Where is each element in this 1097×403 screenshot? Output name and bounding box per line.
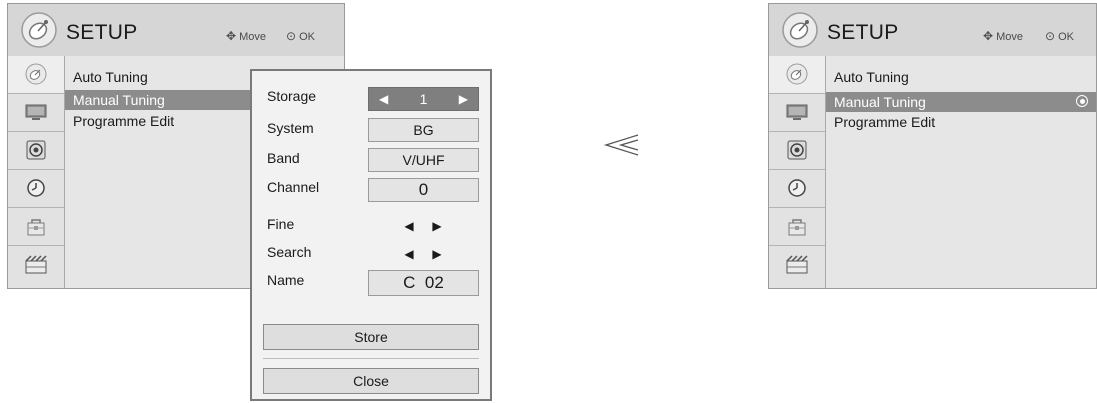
right-arrow-icon[interactable]: ▶ [459,88,468,110]
sidebar-item-lock[interactable] [769,208,825,246]
lock-icon [27,219,45,236]
menu-item-programme-edit[interactable]: Programme Edit [73,111,174,131]
category-sidebar [769,56,826,288]
fine-label: Fine [267,216,295,232]
menu-item-manual-tuning[interactable]: Manual Tuning [826,92,1096,112]
sidebar-item-picture[interactable] [8,94,64,132]
setup-menu-right: SETUP ✥ Move ⊙ OK Auto Tuning Manual Tun… [768,3,1097,289]
manual-tuning-dialog: Storage ◀ 1 ▶ System BG Band V/UHF Chann… [250,69,492,401]
move-arrows-icon: ✥ [226,29,237,43]
move-hint: ✥ Move [226,29,266,43]
sidebar-item-setup[interactable] [8,56,64,94]
channel-field[interactable]: 0 [368,178,479,202]
storage-value: 1 [419,91,428,107]
input-icon [786,255,808,274]
menu-title: SETUP [66,21,138,44]
divider [263,358,479,359]
sidebar-item-time[interactable] [769,170,825,208]
sidebar-item-audio[interactable] [8,132,64,170]
band-label: Band [267,150,300,166]
satellite-icon [25,63,47,85]
menu-item-manual-tuning[interactable]: Manual Tuning [65,90,253,110]
menu-item-auto-tuning[interactable]: Auto Tuning [73,67,148,87]
ok-hint: ⊙ OK [286,29,315,43]
storage-field[interactable]: ◀ 1 ▶ [368,87,479,111]
move-arrows-icon: ✥ [983,29,994,43]
picture-icon [25,104,47,120]
speaker-icon [26,140,46,160]
left-arrow-icon[interactable]: ◀ [379,88,388,110]
menu-item-auto-tuning[interactable]: Auto Tuning [834,67,909,87]
satellite-icon [782,12,818,48]
picture-icon [786,104,808,120]
menu-item-list: Auto Tuning Manual Tuning Programme Edit [826,56,1096,288]
channel-label: Channel [267,179,320,195]
system-label: System [267,120,314,136]
storage-label: Storage [267,88,317,104]
search-label: Search [267,244,312,260]
menu-item-programme-edit[interactable]: Programme Edit [834,112,935,132]
clock-icon [788,179,806,197]
lock-icon [788,219,806,236]
menu-item-label: Manual Tuning [834,94,926,110]
satellite-icon [786,63,808,85]
fine-arrows: ◀ ▶ [395,219,451,233]
ok-hint: ⊙ OK [1045,29,1074,43]
input-icon [25,255,47,274]
menu-header: SETUP ✥ Move ⊙ OK [769,4,1096,56]
sidebar-item-time[interactable] [8,170,64,208]
speaker-icon [787,140,807,160]
clock-icon [27,179,45,197]
fine-right-arrow-icon[interactable]: ▶ [423,219,451,233]
sidebar-item-setup[interactable] [769,56,825,94]
search-arrows: ◀ ▶ [395,247,451,261]
search-left-arrow-icon[interactable]: ◀ [395,247,423,261]
sidebar-item-option[interactable] [769,246,825,283]
sidebar-item-option[interactable] [8,246,64,283]
move-hint: ✥ Move [983,29,1023,43]
ok-radio-icon [1076,95,1088,107]
ok-button-icon: ⊙ [286,29,297,43]
category-sidebar [8,56,65,288]
name-label: Name [267,272,305,288]
close-button[interactable]: Close [263,368,479,394]
fine-left-arrow-icon[interactable]: ◀ [395,219,423,233]
sidebar-item-audio[interactable] [769,132,825,170]
search-right-arrow-icon[interactable]: ▶ [423,247,451,261]
sidebar-item-lock[interactable] [8,208,64,246]
sidebar-item-picture[interactable] [769,94,825,132]
menu-header: SETUP ✥ Move ⊙ OK [8,4,344,56]
name-field[interactable]: C 02 [368,270,479,296]
return-arrow-icon [603,134,639,156]
system-field[interactable]: BG [368,118,479,142]
store-button[interactable]: Store [263,324,479,350]
satellite-icon [21,12,57,48]
band-field[interactable]: V/UHF [368,148,479,172]
ok-button-icon: ⊙ [1045,29,1056,43]
menu-title: SETUP [827,21,899,44]
